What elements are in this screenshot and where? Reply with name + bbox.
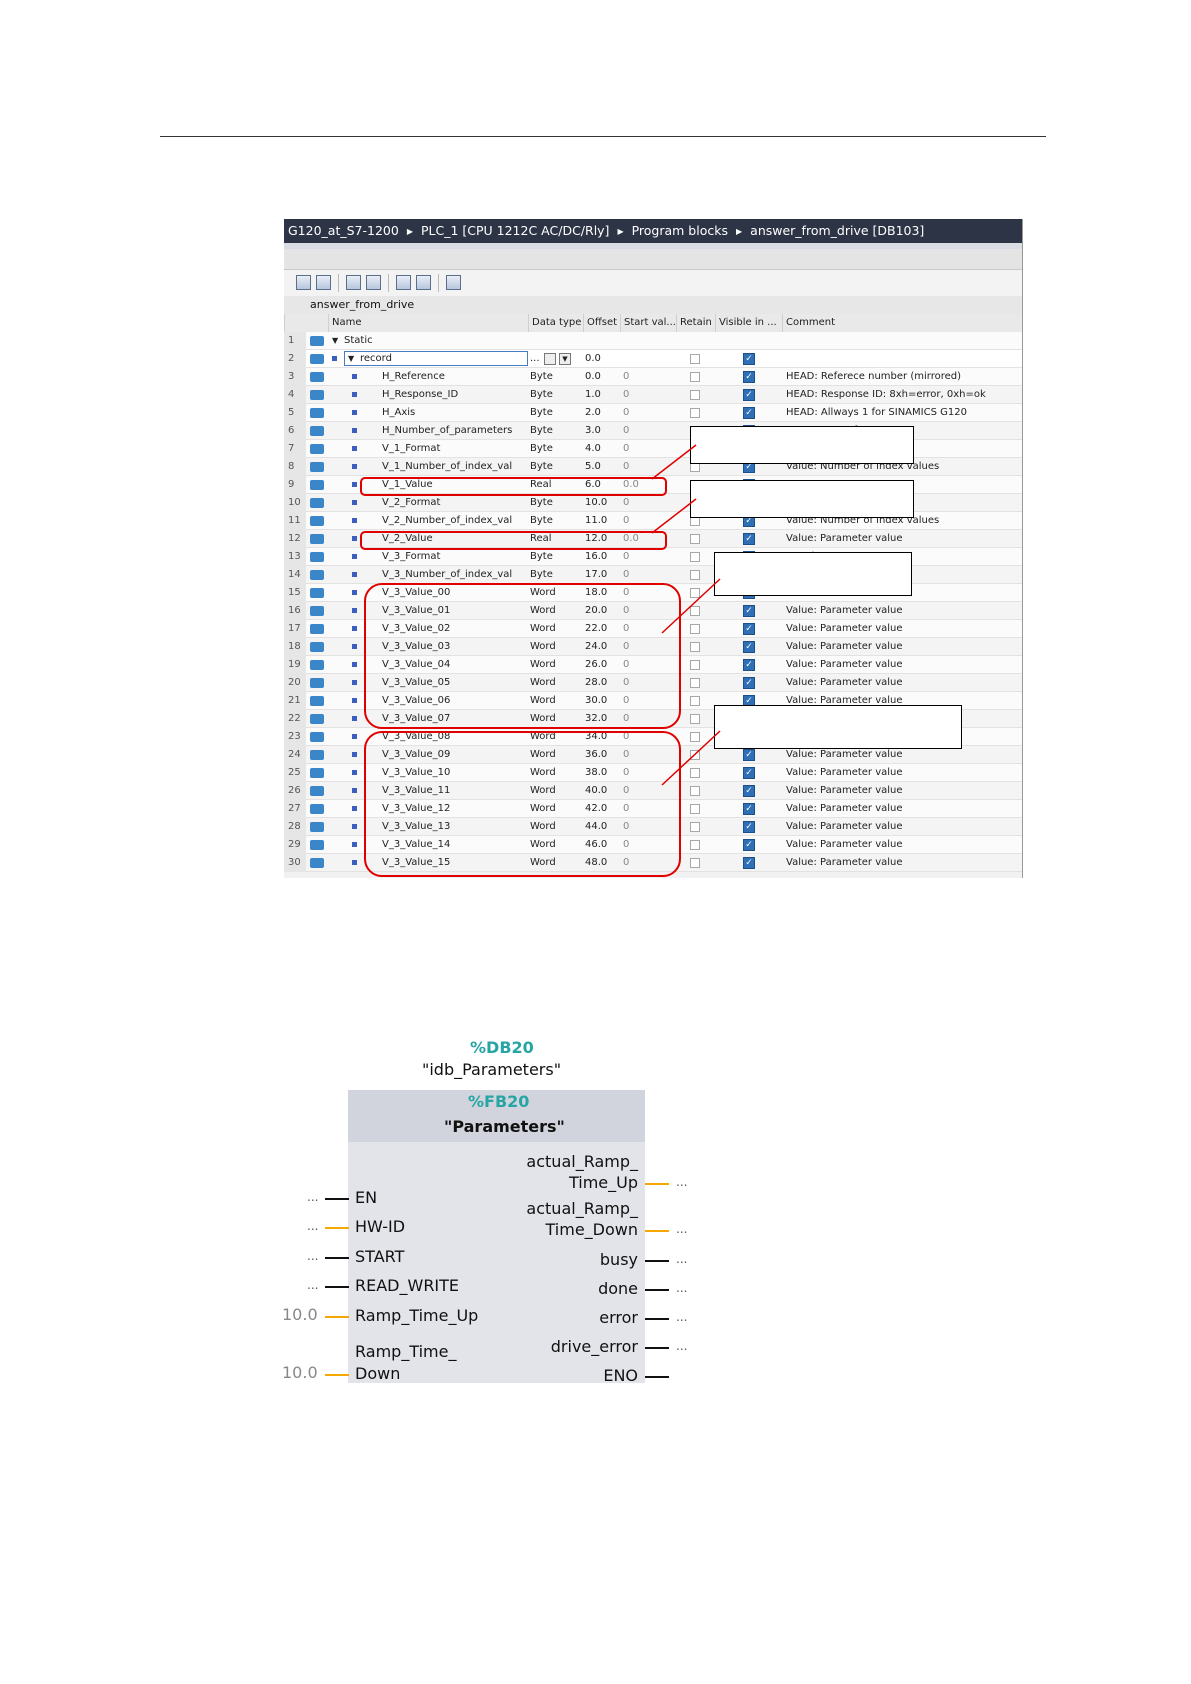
input-en-placeholder[interactable]: ... xyxy=(307,1190,318,1204)
wire-error xyxy=(645,1318,669,1320)
output-pin-drive-error: drive_error xyxy=(550,1337,638,1356)
output-pin-busy: busy xyxy=(599,1250,638,1269)
output-actual-ramp-down-placeholder[interactable]: ... xyxy=(676,1222,687,1236)
output-pin-actual-ramp-up-2: Time_Up xyxy=(568,1173,638,1192)
wire-actual-ramp-up xyxy=(645,1183,669,1185)
output-drive-error-placeholder[interactable]: ... xyxy=(676,1339,687,1353)
wire-ramp-time-down xyxy=(325,1374,349,1376)
output-pin-done: done xyxy=(598,1279,638,1298)
output-done-placeholder[interactable]: ... xyxy=(676,1281,687,1295)
block-number: %FB20 xyxy=(468,1092,530,1111)
output-error-placeholder[interactable]: ... xyxy=(676,1310,687,1324)
output-pin-actual-ramp-up-1: actual_Ramp_ xyxy=(526,1152,638,1171)
output-pin-error: error xyxy=(599,1308,638,1327)
output-pin-eno: ENO xyxy=(603,1366,638,1385)
wire-read-write xyxy=(325,1286,349,1288)
page-rule xyxy=(160,136,1046,137)
input-pin-read-write: READ_WRITE xyxy=(355,1276,460,1295)
input-start-placeholder[interactable]: ... xyxy=(307,1249,318,1263)
wire-ramp-time-up xyxy=(325,1316,349,1318)
wire-drive-error xyxy=(645,1347,669,1349)
input-hw-id-placeholder[interactable]: ... xyxy=(307,1219,318,1233)
callout-leaders xyxy=(651,444,721,786)
input-read-write-placeholder[interactable]: ... xyxy=(307,1278,318,1292)
output-busy-placeholder[interactable]: ... xyxy=(676,1252,687,1266)
input-pin-ramp-time-up: Ramp_Time_Up xyxy=(355,1306,479,1325)
wire-actual-ramp-down xyxy=(645,1230,669,1232)
wire-done xyxy=(645,1289,669,1291)
instance-db-number: %DB20 xyxy=(470,1038,534,1057)
wire-hw-id xyxy=(325,1227,349,1229)
input-ramp-time-down-value[interactable]: 10.0 xyxy=(282,1363,318,1382)
input-pin-ramp-time-down-2: Down xyxy=(355,1364,401,1383)
input-pin-ramp-time-down-1: Ramp_Time_ xyxy=(355,1342,457,1361)
input-ramp-time-up-value[interactable]: 10.0 xyxy=(282,1305,318,1324)
input-pin-en: EN xyxy=(355,1188,378,1207)
output-pin-actual-ramp-down-1: actual_Ramp_ xyxy=(526,1199,638,1218)
output-actual-ramp-up-placeholder[interactable]: ... xyxy=(676,1175,687,1189)
wire-eno xyxy=(645,1376,669,1378)
db-editor-window: G120_at_S7-1200 ▶ PLC_1 [CPU 1212C AC/DC/R… xyxy=(284,219,1023,878)
wire-busy xyxy=(645,1260,669,1262)
output-pin-actual-ramp-down-2: Time_Down xyxy=(545,1220,639,1239)
wire-start xyxy=(325,1257,349,1259)
input-pin-start: START xyxy=(355,1247,405,1266)
input-pin-hw-id: HW-ID xyxy=(355,1217,406,1236)
wire-en xyxy=(325,1198,349,1200)
instance-db-name: "idb_Parameters" xyxy=(422,1060,562,1079)
block-name-label: "Parameters" xyxy=(444,1117,565,1136)
